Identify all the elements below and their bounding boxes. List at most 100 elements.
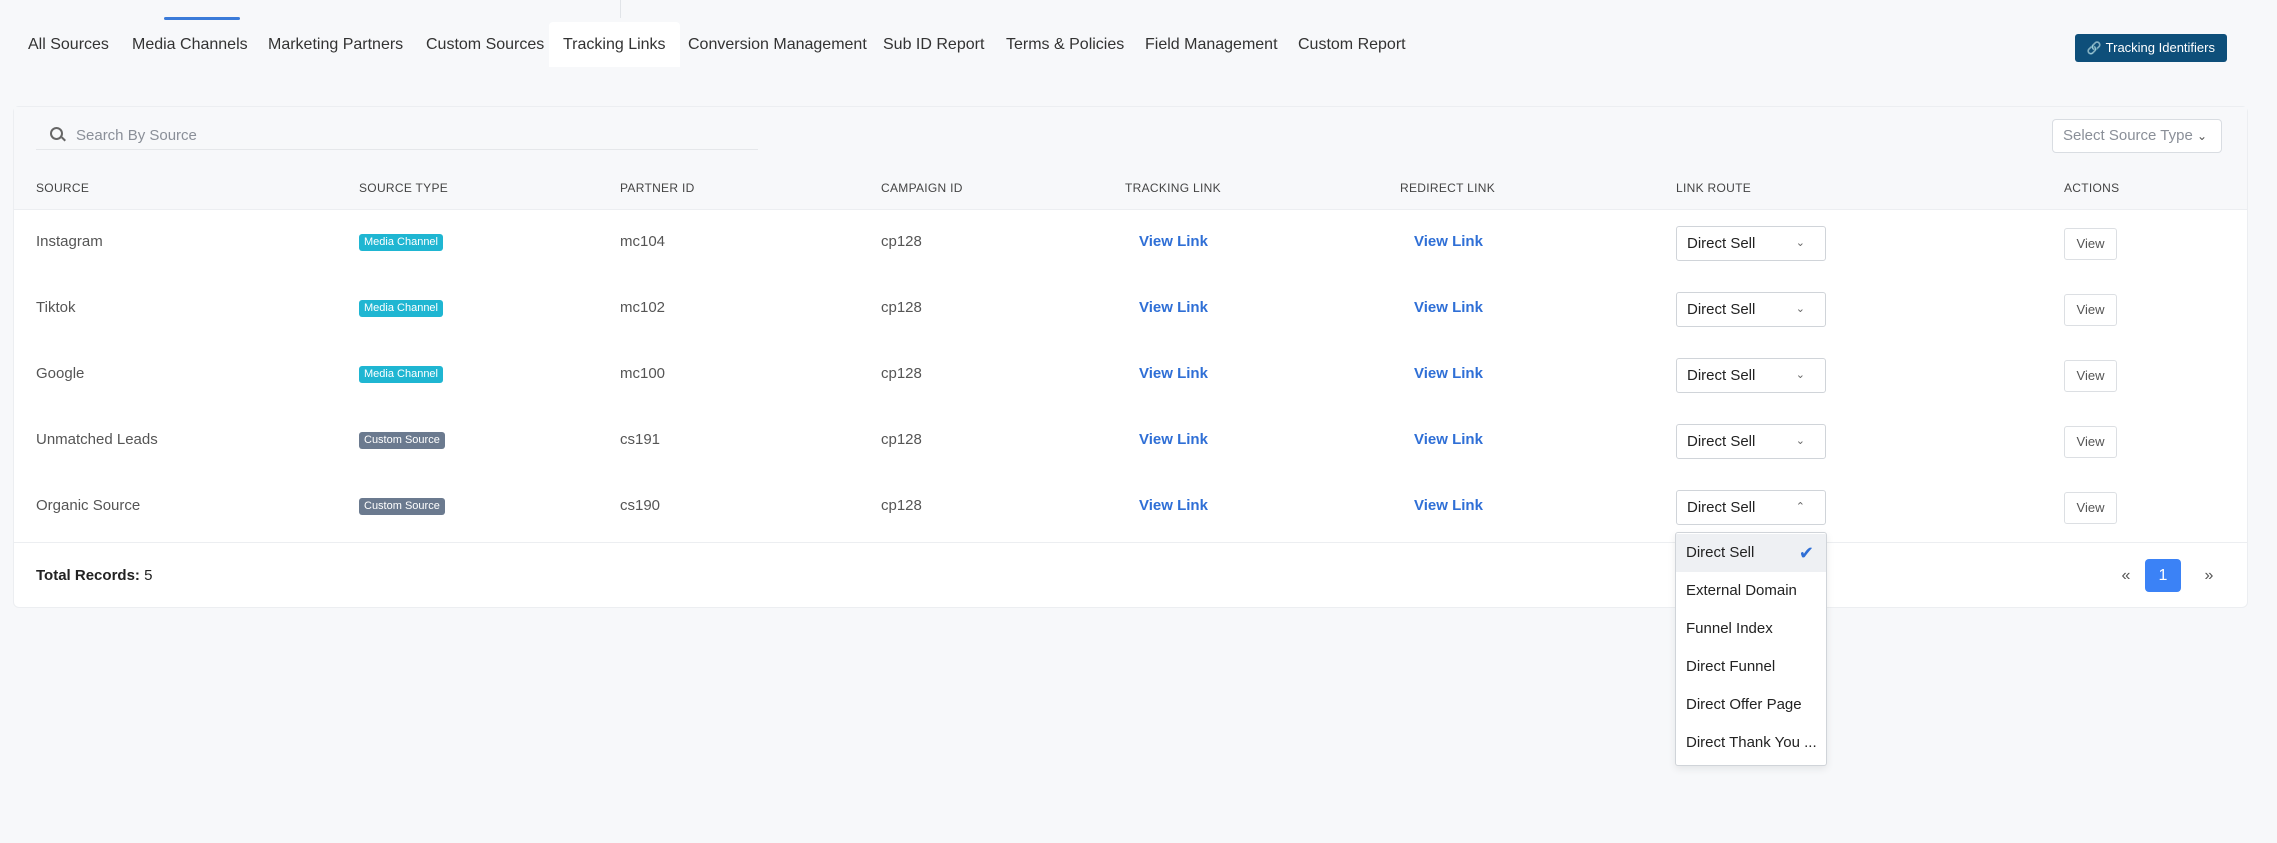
tab-tracking-links[interactable]: Tracking Links xyxy=(549,22,680,67)
total-records-value: 5 xyxy=(144,567,153,584)
campaign-id: cp128 xyxy=(881,497,922,514)
column-header-tracking-link[interactable]: TRACKING LINK xyxy=(1125,167,1221,209)
source-type-cell: Media Channel xyxy=(359,341,443,407)
column-header-source[interactable]: SOURCE xyxy=(36,167,89,209)
tracking-identifiers-label: Tracking Identifiers xyxy=(2105,40,2215,55)
table-row: Tiktok Media Channel mc102 cp128 View Li… xyxy=(14,275,2247,341)
pagination-next[interactable]: » xyxy=(2199,559,2219,592)
view-button[interactable]: View xyxy=(2064,426,2117,458)
table-footer: Total Records: 5 « 1 » xyxy=(14,542,2247,608)
tab-marketing-partners[interactable]: Marketing Partners xyxy=(254,22,417,67)
dropdown-option-direct-offer-page[interactable]: Direct Offer Page xyxy=(1676,686,1826,724)
total-records-label: Total Records: xyxy=(36,567,140,584)
redirect-link[interactable]: View Link xyxy=(1414,407,1483,473)
filter-bar: Select Source Type ⌄ xyxy=(14,107,2247,168)
search-icon xyxy=(50,127,63,140)
tab-bar: All Sources Media Channels Marketing Par… xyxy=(0,22,2277,67)
table-row: Organic Source Custom Source cs190 cp128… xyxy=(14,473,2247,539)
pagination-page-1[interactable]: 1 xyxy=(2145,559,2181,592)
tab-media-channels[interactable]: Media Channels xyxy=(118,22,262,67)
link-route-value: Direct Sell xyxy=(1687,367,1756,384)
link-icon: 🔗 xyxy=(2086,41,2102,55)
source-type-badge: Media Channel xyxy=(359,365,443,383)
redirect-link[interactable]: View Link xyxy=(1414,275,1483,341)
redirect-link[interactable]: View Link xyxy=(1414,209,1483,275)
source-type-select-label: Select Source Type xyxy=(2063,127,2193,144)
dropdown-option-label: Direct Thank You ... xyxy=(1686,734,1817,751)
dropdown-option-direct-funnel[interactable]: Direct Funnel xyxy=(1676,648,1826,686)
dropdown-option-direct-sell[interactable]: Direct Sell ✔ xyxy=(1676,534,1826,572)
link-route-select[interactable]: Direct Sell ⌄ xyxy=(1676,358,1826,393)
dropdown-option-external-domain[interactable]: External Domain xyxy=(1676,572,1826,610)
view-button[interactable]: View xyxy=(2064,228,2117,260)
redirect-link[interactable]: View Link xyxy=(1414,473,1483,539)
tracking-identifiers-button[interactable]: 🔗 Tracking Identifiers xyxy=(2074,34,2227,62)
source-type-badge: Media Channel xyxy=(359,233,443,251)
campaign-id: cp128 xyxy=(881,365,922,382)
column-header-source-type[interactable]: SOURCE TYPE xyxy=(359,167,448,209)
column-header-link-route[interactable]: LINK ROUTE xyxy=(1676,167,1751,209)
dropdown-option-label: Direct Funnel xyxy=(1686,658,1776,675)
view-button[interactable]: View xyxy=(2064,360,2117,392)
tracking-link[interactable]: View Link xyxy=(1139,275,1208,341)
source-name: Unmatched Leads xyxy=(36,431,158,448)
dropdown-option-label: External Domain xyxy=(1686,582,1797,599)
dropdown-option-label: Direct Sell xyxy=(1686,544,1755,561)
table-row: Google Media Channel mc100 cp128 View Li… xyxy=(14,341,2247,407)
link-route-select[interactable]: Direct Sell ⌄ xyxy=(1676,424,1826,459)
tracking-link[interactable]: View Link xyxy=(1139,407,1208,473)
column-header-campaign-id[interactable]: CAMPAIGN ID xyxy=(881,167,963,209)
source-type-badge: Custom Source xyxy=(359,431,445,449)
source-name: Tiktok xyxy=(36,299,76,316)
redirect-link[interactable]: View Link xyxy=(1414,341,1483,407)
total-records: Total Records: 5 xyxy=(36,543,152,608)
source-type-cell: Media Channel xyxy=(359,209,443,275)
link-route-select-open[interactable]: Direct Sell ⌃ xyxy=(1676,490,1826,525)
tab-custom-sources[interactable]: Custom Sources xyxy=(412,22,558,67)
chevron-down-icon: ⌄ xyxy=(1795,303,1805,315)
source-name: Google xyxy=(36,365,85,382)
dropdown-option-direct-thank-you[interactable]: Direct Thank You ... xyxy=(1676,724,1826,762)
tab-conversion-management[interactable]: Conversion Management xyxy=(674,22,881,67)
source-type-badge: Media Channel xyxy=(359,299,443,317)
view-button[interactable]: View xyxy=(2064,294,2117,326)
source-type-select[interactable]: Select Source Type ⌄ xyxy=(2052,119,2222,153)
tab-field-management[interactable]: Field Management xyxy=(1131,22,1292,67)
check-icon: ✔ xyxy=(1798,543,1814,563)
chevron-down-icon: ⌄ xyxy=(2196,129,2207,143)
campaign-id: cp128 xyxy=(881,431,922,448)
chevron-up-icon: ⌃ xyxy=(1795,501,1805,513)
tab-custom-report[interactable]: Custom Report xyxy=(1284,22,1420,67)
tab-terms-policies[interactable]: Terms & Policies xyxy=(992,22,1138,67)
column-header-actions: ACTIONS xyxy=(2064,181,2120,195)
tracking-links-card: Select Source Type ⌄ SOURCE SOURCE TYPE … xyxy=(13,106,2248,608)
top-nav-strip xyxy=(0,0,2277,22)
tab-all-sources[interactable]: All Sources xyxy=(14,22,123,67)
tracking-link[interactable]: View Link xyxy=(1139,209,1208,275)
view-button[interactable]: View xyxy=(2064,492,2117,524)
source-type-badge: Custom Source xyxy=(359,497,445,515)
search-input[interactable] xyxy=(74,122,738,148)
pagination-prev[interactable]: « xyxy=(2116,559,2136,592)
partner-id: mc100 xyxy=(620,365,666,382)
table-row: Instagram Media Channel mc104 cp128 View… xyxy=(14,209,2247,275)
source-type-cell: Media Channel xyxy=(359,275,443,341)
column-header-redirect-link[interactable]: REDIRECT LINK xyxy=(1400,167,1495,209)
search-box xyxy=(36,121,758,150)
link-route-select[interactable]: Direct Sell ⌄ xyxy=(1676,226,1826,261)
tab-sub-id-report[interactable]: Sub ID Report xyxy=(869,22,998,67)
source-name: Instagram xyxy=(36,233,103,250)
link-route-value: Direct Sell xyxy=(1687,499,1756,516)
campaign-id: cp128 xyxy=(881,233,922,250)
link-route-value: Direct Sell xyxy=(1687,235,1756,252)
dropdown-option-funnel-index[interactable]: Funnel Index xyxy=(1676,610,1826,648)
link-route-select[interactable]: Direct Sell ⌄ xyxy=(1676,292,1826,327)
top-nav-divider xyxy=(620,0,621,18)
dropdown-option-label: Direct Offer Page xyxy=(1686,696,1802,713)
chevron-down-icon: ⌄ xyxy=(1795,435,1805,447)
campaign-id: cp128 xyxy=(881,299,922,316)
chevron-down-icon: ⌄ xyxy=(1795,369,1805,381)
tracking-link[interactable]: View Link xyxy=(1139,473,1208,539)
tracking-link[interactable]: View Link xyxy=(1139,341,1208,407)
column-header-partner-id[interactable]: PARTNER ID xyxy=(620,167,695,209)
